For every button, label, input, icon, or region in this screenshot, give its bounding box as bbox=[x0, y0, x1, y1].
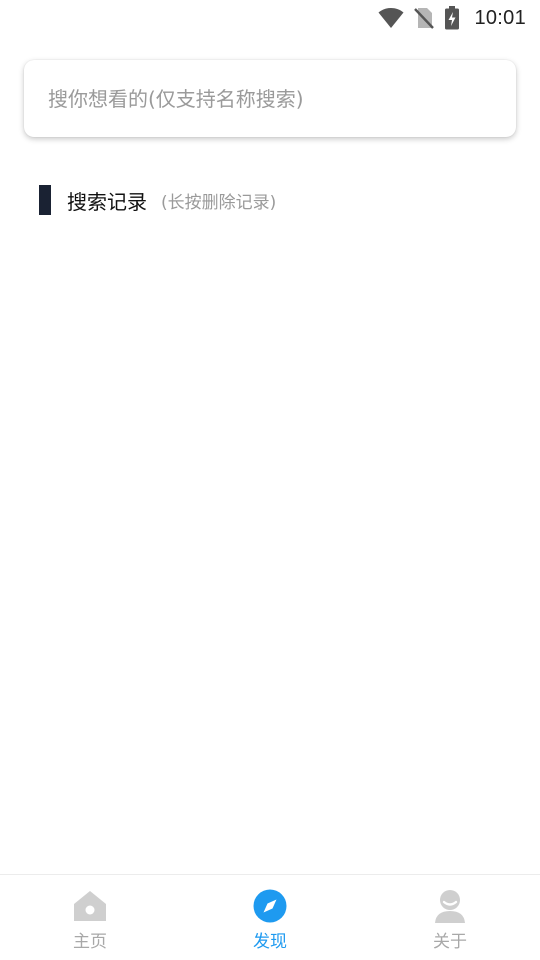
search-input[interactable] bbox=[48, 86, 516, 111]
compass-icon bbox=[253, 889, 287, 923]
discover-screen: 10:01 搜索记录 (长按删除记录) 主页 bbox=[0, 0, 540, 960]
nav-label-home: 主页 bbox=[73, 932, 107, 952]
nav-item-discover[interactable]: 发现 bbox=[180, 875, 360, 960]
search-history-header: 搜索记录 (长按删除记录) bbox=[39, 185, 276, 215]
status-time: 10:01 bbox=[474, 6, 526, 29]
nav-label-discover: 发现 bbox=[253, 932, 287, 952]
search-history-hint: (长按删除记录) bbox=[161, 192, 277, 213]
battery-charging-icon bbox=[444, 6, 460, 30]
home-icon bbox=[73, 889, 107, 923]
section-accent-bar bbox=[39, 185, 51, 215]
search-box[interactable] bbox=[24, 60, 516, 137]
person-icon bbox=[433, 889, 467, 923]
no-sim-icon bbox=[414, 7, 435, 29]
status-bar: 10:01 bbox=[0, 0, 540, 36]
nav-item-home[interactable]: 主页 bbox=[0, 875, 180, 960]
nav-item-about[interactable]: 关于 bbox=[360, 875, 540, 960]
nav-label-about: 关于 bbox=[433, 932, 467, 952]
search-history-title: 搜索记录 bbox=[67, 189, 147, 214]
bottom-nav: 主页 发现 关于 bbox=[0, 874, 540, 960]
wifi-icon bbox=[378, 7, 404, 29]
